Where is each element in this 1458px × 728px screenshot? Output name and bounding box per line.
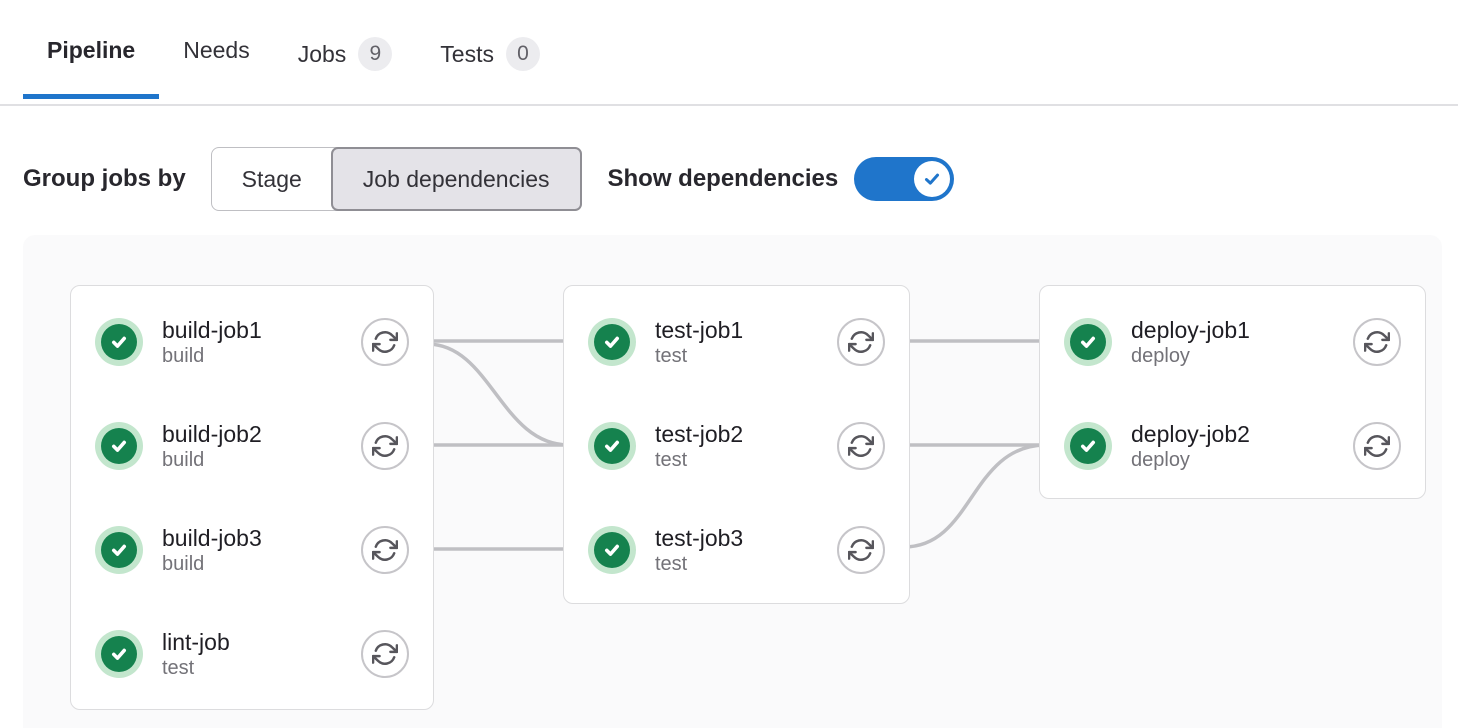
job-row-build-job2[interactable]: build-job2 build xyxy=(95,422,409,470)
retry-icon xyxy=(848,433,874,459)
status-success-icon xyxy=(95,422,143,470)
job-stage: test xyxy=(162,656,230,680)
group-by-job-dependencies-button[interactable]: Job dependencies xyxy=(331,147,582,211)
status-success-icon xyxy=(1064,318,1112,366)
retry-job-button[interactable] xyxy=(1353,318,1401,366)
job-row-test-job1[interactable]: test-job1 test xyxy=(588,318,885,366)
tab-needs[interactable]: Needs xyxy=(159,27,273,97)
job-row-build-job3[interactable]: build-job3 build xyxy=(95,526,409,574)
retry-icon xyxy=(848,537,874,563)
toggle-knob xyxy=(914,161,950,197)
retry-job-button[interactable] xyxy=(837,422,885,470)
job-name[interactable]: build-job3 xyxy=(162,525,262,552)
retry-job-button[interactable] xyxy=(837,526,885,574)
group-by-segmented-control: Stage Job dependencies xyxy=(211,147,582,211)
link-test-job3-deploy-job2 xyxy=(904,445,1045,547)
retry-icon xyxy=(372,537,398,563)
job-row-build-job1[interactable]: build-job1 build xyxy=(95,318,409,366)
job-row-lint-job[interactable]: lint-job test xyxy=(95,630,409,678)
job-row-test-job2[interactable]: test-job2 test xyxy=(588,422,885,470)
job-row-test-job3[interactable]: test-job3 test xyxy=(588,526,885,574)
retry-job-button[interactable] xyxy=(361,422,409,470)
job-group-build: build-job1 build build-job2 build xyxy=(70,285,434,710)
job-name[interactable]: test-job1 xyxy=(655,317,743,344)
status-success-icon xyxy=(588,318,636,366)
job-group-deploy: deploy-job1 deploy deploy-job2 deploy xyxy=(1039,285,1426,499)
pipeline-graph: build-job1 build build-job2 build xyxy=(23,235,1442,728)
status-success-icon xyxy=(95,526,143,574)
job-stage: build xyxy=(162,552,262,576)
job-stage: build xyxy=(162,344,262,368)
status-success-icon xyxy=(588,526,636,574)
job-stage: test xyxy=(655,552,743,576)
retry-icon xyxy=(372,641,398,667)
job-row-deploy-job2[interactable]: deploy-job2 deploy xyxy=(1064,422,1401,470)
retry-job-button[interactable] xyxy=(361,318,409,366)
show-dependencies-label: Show dependencies xyxy=(608,165,839,193)
tab-label: Needs xyxy=(183,37,249,64)
job-stage: build xyxy=(162,448,262,472)
tab-tests[interactable]: Tests 0 xyxy=(416,27,564,104)
job-name[interactable]: lint-job xyxy=(162,629,230,656)
link-build-job1-test-job2 xyxy=(428,344,569,445)
tab-label: Pipeline xyxy=(47,37,135,64)
tab-label: Jobs xyxy=(298,41,347,68)
job-name[interactable]: build-job1 xyxy=(162,317,262,344)
tab-pipeline[interactable]: Pipeline xyxy=(23,27,159,97)
job-stage: test xyxy=(655,344,743,368)
retry-icon xyxy=(372,433,398,459)
retry-job-button[interactable] xyxy=(361,630,409,678)
job-name[interactable]: test-job2 xyxy=(655,421,743,448)
status-success-icon xyxy=(1064,422,1112,470)
status-success-icon xyxy=(95,318,143,366)
tab-jobs[interactable]: Jobs 9 xyxy=(274,27,417,104)
status-success-icon xyxy=(588,422,636,470)
job-stage: test xyxy=(655,448,743,472)
job-name[interactable]: test-job3 xyxy=(655,525,743,552)
job-stage: deploy xyxy=(1131,448,1250,472)
retry-icon xyxy=(1364,433,1390,459)
status-success-icon xyxy=(95,630,143,678)
retry-job-button[interactable] xyxy=(837,318,885,366)
tests-count-badge: 0 xyxy=(506,37,540,71)
tab-label: Tests xyxy=(440,41,494,68)
show-dependencies-toggle[interactable] xyxy=(854,157,954,201)
group-by-stage-button[interactable]: Stage xyxy=(212,148,332,210)
group-jobs-by-label: Group jobs by xyxy=(23,165,186,193)
retry-job-button[interactable] xyxy=(1353,422,1401,470)
retry-icon xyxy=(1364,329,1390,355)
jobs-count-badge: 9 xyxy=(358,37,392,71)
job-name[interactable]: build-job2 xyxy=(162,421,262,448)
retry-icon xyxy=(848,329,874,355)
job-name[interactable]: deploy-job1 xyxy=(1131,317,1250,344)
check-icon xyxy=(921,168,943,190)
job-group-test: test-job1 test test-job2 test xyxy=(563,285,910,604)
pipeline-tabs: Pipeline Needs Jobs 9 Tests 0 xyxy=(0,27,1458,106)
job-name[interactable]: deploy-job2 xyxy=(1131,421,1250,448)
job-row-deploy-job1[interactable]: deploy-job1 deploy xyxy=(1064,318,1401,366)
job-stage: deploy xyxy=(1131,344,1250,368)
retry-job-button[interactable] xyxy=(361,526,409,574)
graph-controls: Group jobs by Stage Job dependencies Sho… xyxy=(23,147,1458,211)
retry-icon xyxy=(372,329,398,355)
